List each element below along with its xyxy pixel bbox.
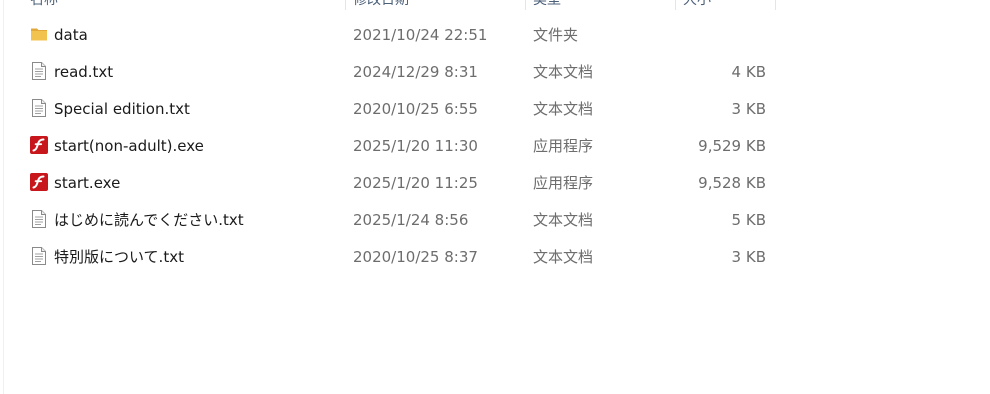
- file-name: start(non-adult).exe: [54, 137, 204, 155]
- file-type: 文本文档: [533, 63, 594, 81]
- file-size: 9,529 KB: [698, 137, 766, 155]
- file-name: はじめに読んでください.txt: [54, 211, 244, 229]
- file-name: 特別版について.txt: [54, 248, 184, 266]
- file-type: 应用程序: [533, 137, 594, 155]
- column-divider[interactable]: [345, 0, 346, 10]
- text-file-icon: [30, 210, 48, 228]
- file-modified-date: 2020/10/25 8:37: [353, 248, 478, 266]
- file-size: 3 KB: [731, 248, 766, 266]
- column-divider[interactable]: [675, 0, 676, 10]
- file-modified-date: 2024/12/29 8:31: [353, 63, 478, 81]
- file-type: 文件夹: [533, 26, 579, 44]
- file-modified-date: 2020/10/25 6:55: [353, 100, 478, 118]
- file-name: read.txt: [54, 63, 114, 81]
- file-type: 文本文档: [533, 100, 594, 118]
- file-size: 5 KB: [731, 211, 766, 229]
- column-divider[interactable]: [775, 0, 776, 10]
- file-type: 文本文档: [533, 248, 594, 266]
- file-modified-date: 2021/10/24 22:51: [353, 26, 488, 44]
- file-row[interactable]: はじめに読んでください.txt 2025/1/24 8:56 文本文档 5 KB: [0, 201, 990, 238]
- column-header-bar: 名称 修改日期 类型 大小: [0, 0, 990, 10]
- file-size: 4 KB: [731, 63, 766, 81]
- file-explorer-view: 名称 修改日期 类型 大小 data 2021/10/24 22:51 文件夹 rea…: [0, 0, 990, 394]
- file-name: Special edition.txt: [54, 100, 190, 118]
- file-row[interactable]: 特別版について.txt 2020/10/25 8:37 文本文档 3 KB: [0, 238, 990, 275]
- file-row[interactable]: start(non-adult).exe 2025/1/20 11:30 应用程序 9…: [0, 127, 990, 164]
- text-file-icon: [30, 62, 48, 80]
- file-size: 9,528 KB: [698, 174, 766, 192]
- file-size: 3 KB: [731, 100, 766, 118]
- file-type: 文本文档: [533, 211, 594, 229]
- file-row[interactable]: data 2021/10/24 22:51 文件夹: [0, 16, 990, 53]
- flash-app-icon: [30, 136, 48, 154]
- file-row[interactable]: start.exe 2025/1/20 11:25 应用程序 9,528 KB: [0, 164, 990, 201]
- file-name: start.exe: [54, 174, 121, 192]
- file-modified-date: 2025/1/20 11:25: [353, 174, 478, 192]
- column-header-date[interactable]: 修改日期: [353, 0, 409, 10]
- column-header-size[interactable]: 大小: [683, 0, 711, 10]
- file-row[interactable]: Special edition.txt 2020/10/25 6:55 文本文档 3 …: [0, 90, 990, 127]
- text-file-icon: [30, 247, 48, 265]
- folder-icon: [30, 25, 48, 43]
- column-header-name[interactable]: 名称: [30, 0, 58, 10]
- file-name: data: [54, 26, 88, 44]
- flash-app-icon: [30, 173, 48, 191]
- text-file-icon: [30, 99, 48, 117]
- file-modified-date: 2025/1/24 8:56: [353, 211, 469, 229]
- file-modified-date: 2025/1/20 11:30: [353, 137, 478, 155]
- column-header-type[interactable]: 类型: [533, 0, 561, 10]
- file-type: 应用程序: [533, 174, 594, 192]
- file-row[interactable]: read.txt 2024/12/29 8:31 文本文档 4 KB: [0, 53, 990, 90]
- column-divider[interactable]: [525, 0, 526, 10]
